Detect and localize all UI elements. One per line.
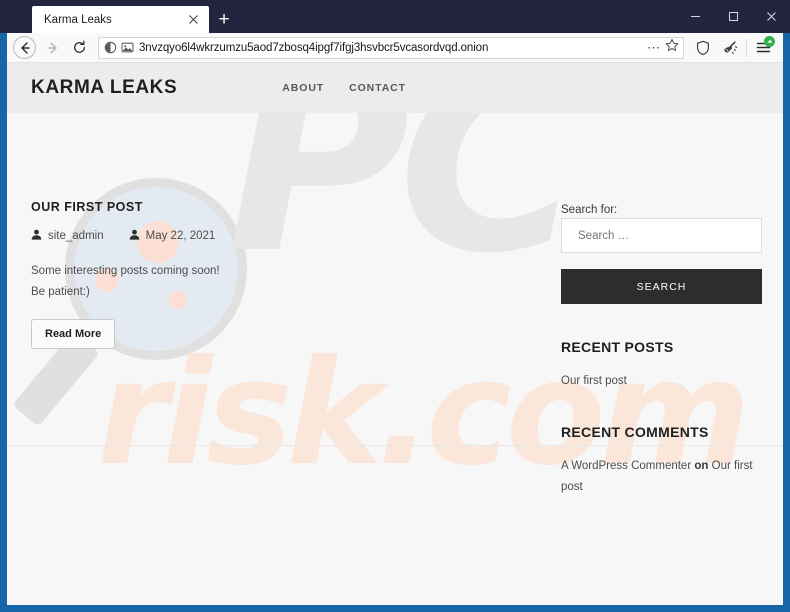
update-available-badge [764, 36, 775, 47]
broom-icon[interactable] [716, 35, 743, 60]
post-meta: site_admin May 22, 2021 [31, 227, 451, 245]
minimize-button[interactable] [676, 0, 714, 33]
tab-title: Karma Leaks [44, 13, 112, 26]
tab-strip: Karma Leaks + [7, 0, 239, 33]
site-title: KARMA LEAKS [31, 77, 178, 98]
image-placeholder-icon[interactable] [121, 41, 134, 54]
new-tab-button[interactable]: + [209, 6, 239, 33]
browser-tab[interactable]: Karma Leaks [32, 6, 209, 33]
nav-link-contact[interactable]: CONTACT [349, 82, 406, 94]
page-viewport: PC risk.com KARMA LEAKS ABOUT CONTACT OU… [7, 63, 783, 605]
recent-post-link[interactable]: Our first post [561, 371, 762, 391]
site-header: KARMA LEAKS ABOUT CONTACT [7, 63, 783, 113]
recent-comments-title: RECENT COMMENTS [561, 424, 709, 441]
recent-comment-entry: A WordPress Commenter on Our first post [561, 456, 762, 497]
recent-posts-title: RECENT POSTS [561, 339, 674, 355]
half-circle-permissions-icon[interactable] [104, 41, 117, 54]
post-body-line-2: Be patient:) [31, 286, 90, 299]
search-button[interactable]: SEARCH [561, 269, 762, 304]
post-title[interactable]: OUR FIRST POST [31, 200, 451, 214]
navigation-toolbar: 3nvzqyo6l4wkrzumzu5aod7zbosq4ipgf7ifgj3h… [7, 33, 783, 63]
star-icon[interactable] [665, 38, 679, 57]
title-bar: Karma Leaks + [0, 0, 790, 33]
shield-icon[interactable] [689, 35, 716, 60]
post-date: May 22, 2021 [129, 227, 216, 245]
person-icon [129, 227, 140, 245]
back-arrow-icon[interactable] [13, 36, 36, 59]
window-controls [676, 0, 790, 33]
forward-arrow-icon[interactable] [39, 35, 66, 60]
plus-icon: + [218, 9, 230, 30]
sidebar: Search for: SEARCH RECENT POSTS Our firs… [561, 200, 762, 498]
url-text: 3nvzqyo6l4wkrzumzu5aod7zbosq4ipgf7ifgj3h… [139, 41, 489, 54]
hamburger-menu-icon[interactable] [750, 35, 777, 60]
search-label: Search for: [561, 204, 618, 216]
post-author: site_admin [31, 227, 104, 245]
toolbar-divider [746, 38, 747, 57]
address-bar[interactable]: 3nvzqyo6l4wkrzumzu5aod7zbosq4ipgf7ifgj3h… [98, 36, 684, 59]
recent-comments-widget: RECENT COMMENTS A WordPress Commenter on… [561, 424, 762, 497]
close-button[interactable] [752, 0, 790, 33]
read-more-button[interactable]: Read More [31, 318, 116, 349]
maximize-button[interactable] [714, 0, 752, 33]
ellipsis-icon[interactable]: ⋯ [647, 40, 661, 56]
reload-icon[interactable] [66, 35, 93, 60]
comment-connector: on [694, 460, 709, 473]
recent-posts-widget: RECENT POSTS Our first post [561, 339, 762, 391]
search-widget: Search for: SEARCH [561, 200, 762, 304]
post-article: OUR FIRST POST site_admin May 22, 2021 S… [31, 200, 451, 349]
toolbar-buttons [689, 35, 777, 60]
post-author-name: site_admin [48, 230, 104, 242]
nav-link-about[interactable]: ABOUT [282, 82, 324, 94]
post-date-text: May 22, 2021 [145, 230, 216, 242]
post-body-line-1: Some interesting posts coming soon! [31, 265, 220, 277]
person-icon [31, 227, 42, 245]
page-body: OUR FIRST POST site_admin May 22, 2021 S… [7, 113, 783, 605]
close-icon[interactable] [185, 12, 201, 28]
browser-window: Karma Leaks + 3nvzqyo6l4wkrzumzu5aod7zbo… [0, 0, 790, 612]
search-input[interactable] [561, 218, 762, 253]
comment-author[interactable]: A WordPress Commenter [561, 460, 691, 472]
site-navigation: ABOUT CONTACT [282, 82, 406, 94]
